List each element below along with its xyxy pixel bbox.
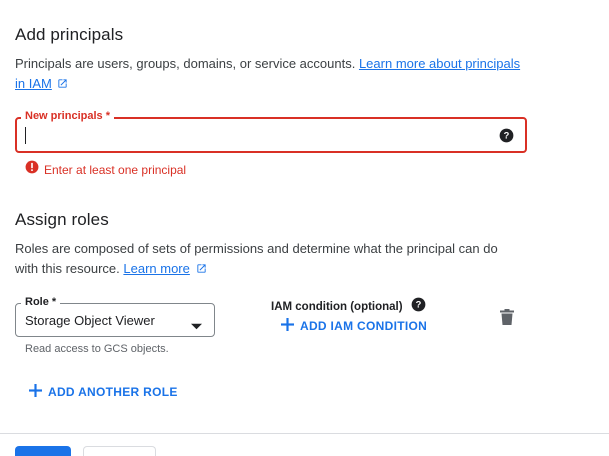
role-select-value: Storage Object Viewer xyxy=(25,313,155,328)
help-icon[interactable]: ? xyxy=(499,128,514,148)
role-label: Role * xyxy=(21,296,61,308)
new-principals-label: New principals * xyxy=(21,110,114,122)
new-principals-input[interactable] xyxy=(25,126,489,146)
iam-condition-label: IAM condition (optional) xyxy=(271,301,403,313)
footer-divider xyxy=(0,433,609,434)
add-iam-condition-label: ADD IAM CONDITION xyxy=(300,319,428,333)
learn-more-roles-link[interactable]: Learn more xyxy=(123,261,189,276)
roles-description-block: Roles are composed of sets of permission… xyxy=(15,239,535,280)
assign-roles-heading: Assign roles xyxy=(15,210,109,229)
svg-text:?: ? xyxy=(415,300,421,310)
new-principals-field[interactable]: ? xyxy=(15,117,527,153)
text-cursor xyxy=(25,127,26,144)
learn-more-principals-link[interactable]: Learn more about principals xyxy=(359,56,520,71)
plus-icon xyxy=(281,318,294,334)
add-iam-condition-button[interactable]: ADD IAM CONDITION xyxy=(281,318,427,334)
dropdown-arrow-icon xyxy=(191,317,202,335)
add-another-role-label: ADD ANOTHER ROLE xyxy=(48,385,178,399)
save-button[interactable] xyxy=(15,446,71,456)
external-link-icon xyxy=(57,75,68,95)
roles-description-cont: with this resource. xyxy=(15,261,120,276)
help-icon[interactable]: ? xyxy=(411,297,426,317)
cancel-button[interactable] xyxy=(83,446,156,456)
role-hint: Read access to GCS objects. xyxy=(25,343,169,355)
error-icon xyxy=(25,160,39,179)
principals-description-block: Principals are users, groups, domains, o… xyxy=(15,54,525,95)
roles-description: Roles are composed of sets of permission… xyxy=(15,241,498,256)
iam-condition-header: IAM condition (optional) ? xyxy=(271,297,426,317)
principals-description: Principals are users, groups, domains, o… xyxy=(15,56,356,71)
error-message: Enter at least one principal xyxy=(44,162,187,177)
role-select[interactable]: Storage Object Viewer xyxy=(15,303,215,337)
learn-more-principals-link-cont[interactable]: in IAM xyxy=(15,76,52,91)
add-another-role-button[interactable]: ADD ANOTHER ROLE xyxy=(29,384,178,400)
add-principals-heading: Add principals xyxy=(15,25,124,44)
principals-error: Enter at least one principal xyxy=(25,160,186,179)
svg-text:?: ? xyxy=(504,131,510,141)
delete-role-icon[interactable] xyxy=(500,309,514,330)
external-link-icon xyxy=(196,260,207,280)
plus-icon xyxy=(29,384,42,400)
